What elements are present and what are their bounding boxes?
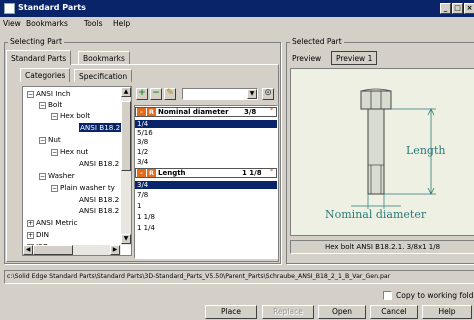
remove-filter-icon[interactable]: − <box>150 88 162 100</box>
tree-hscrollbar[interactable]: ◀ ▶ <box>23 245 121 255</box>
list-item[interactable]: 3/4 <box>135 181 277 189</box>
minimize-icon[interactable]: _ <box>440 3 451 14</box>
header-length[interactable]: - R Length 1 1/8 * <box>135 168 277 178</box>
header-label: Nominal diameter <box>158 108 229 116</box>
tree-node-hex-nut-ansi[interactable]: ANSI B18.2 <box>79 159 119 168</box>
replace-button[interactable]: Replace <box>262 305 314 319</box>
menu-bar: View Bookmarks Tools Help <box>0 17 474 31</box>
tree-node-bolt[interactable]: − Bolt <box>39 100 62 109</box>
tree-node-washer-ansi-2[interactable]: ANSI B18.2 <box>79 206 119 215</box>
collapse-icon[interactable]: − <box>27 90 34 98</box>
parameter-list: - R Nominal diameter 3/8 * 1/4 5/16 3/8 … <box>134 105 278 259</box>
edit-filter-icon[interactable]: ✎ <box>164 88 176 100</box>
list-item[interactable]: 3/8 <box>137 138 148 146</box>
list-item[interactable]: 1 <box>137 202 141 210</box>
category-tree: − ANSI Inch − Bolt − Hex bolt ANSI B18.2 − N… <box>22 86 132 256</box>
collapse-icon[interactable]: − <box>39 172 46 180</box>
tree-node-din[interactable]: + DIN <box>27 230 49 239</box>
list-item[interactable]: 5/16 <box>137 129 153 137</box>
place-button[interactable]: Place <box>205 305 257 319</box>
tree-node-nut[interactable]: − Nut <box>39 135 61 144</box>
menu-tools[interactable]: Tools <box>84 19 102 28</box>
reduce-button[interactable]: - <box>137 108 146 116</box>
list-item[interactable]: 7/8 <box>137 191 148 199</box>
list-item[interactable]: 1/4 <box>135 120 277 128</box>
add-filter-icon[interactable]: + <box>136 88 148 100</box>
expand-icon[interactable]: + <box>27 231 34 239</box>
tree-node-ansi-inch[interactable]: − ANSI Inch <box>27 89 70 98</box>
tab-standard-parts[interactable]: Standard Parts <box>6 50 72 65</box>
header-value: 1 1/8 <box>242 169 262 177</box>
tree-vscrollbar[interactable]: ▲ ▼ <box>121 87 131 245</box>
collapse-icon[interactable]: − <box>39 136 46 144</box>
menu-bookmarks[interactable]: Bookmarks <box>26 19 68 28</box>
tree-node-hex-bolt[interactable]: − Hex bolt <box>51 111 90 120</box>
header-label: Length <box>158 169 186 177</box>
settings-icon[interactable]: ⊙ <box>262 88 274 100</box>
preview-panel: Length Nominal diameter <box>290 68 474 236</box>
menu-help[interactable]: Help <box>113 19 130 28</box>
list-item[interactable]: 1 1/8 <box>137 213 155 221</box>
tree-node-hex-nut[interactable]: − Hex nut <box>51 147 88 156</box>
chevron-down-icon[interactable]: ▼ <box>247 89 257 99</box>
collapse-icon[interactable]: − <box>51 184 58 192</box>
scroll-thumb[interactable] <box>121 101 131 171</box>
scroll-left-icon[interactable]: ◀ <box>23 245 33 255</box>
copy-checkbox[interactable] <box>383 291 392 300</box>
scroll-up-icon[interactable]: ▲ <box>121 87 131 97</box>
tab-specification[interactable]: Specification <box>74 69 133 82</box>
selecting-part-title: Selecting Part <box>8 37 64 46</box>
selected-part-title: Selected Part <box>290 37 344 46</box>
scroll-down-icon[interactable]: ▼ <box>121 234 131 244</box>
param-toolbar: + − ✎ ▼ ⊙ <box>134 86 278 103</box>
window-title: Standard Parts <box>18 3 86 12</box>
hscroll-thumb[interactable] <box>33 245 73 255</box>
collapse-icon[interactable]: − <box>51 148 58 156</box>
maximize-icon[interactable]: □ <box>452 3 463 14</box>
preview-label: Preview <box>292 54 322 63</box>
help-button[interactable]: Help <box>422 305 472 319</box>
tab-preview-1[interactable]: Preview 1 <box>331 51 378 65</box>
scroll-right-icon[interactable]: ▶ <box>110 245 120 255</box>
reset-button[interactable]: R <box>147 108 156 116</box>
filter-combo[interactable]: ▼ <box>182 88 258 100</box>
tree-node-hex-bolt-ansi[interactable]: ANSI B18.2 <box>79 123 122 132</box>
tree-node-washer[interactable]: − Washer <box>39 171 75 180</box>
tree-node-washer-ansi-1[interactable]: ANSI B18.2 <box>79 195 119 204</box>
star-icon: * <box>270 107 274 114</box>
part-caption: Hex bolt ANSI B18.2.1. 3/8x1 1/8 <box>290 240 474 254</box>
open-button[interactable]: Open <box>318 305 366 319</box>
collapse-icon[interactable]: − <box>39 101 46 109</box>
expand-icon[interactable]: + <box>27 219 34 227</box>
collapse-icon[interactable]: − <box>51 112 58 120</box>
part-path-field[interactable]: c:\Solid Edge Standard Parts\Standard Pa… <box>4 270 474 284</box>
star-icon: * <box>270 168 274 175</box>
tab-bookmarks[interactable]: Bookmarks <box>78 51 130 65</box>
length-dimension-label: Length <box>406 144 446 157</box>
cancel-button[interactable]: Cancel <box>370 305 418 319</box>
tab-categories[interactable]: Categories <box>20 68 71 82</box>
title-bar: Standard Parts _ □ × <box>0 0 474 17</box>
menu-view[interactable]: View <box>3 19 21 28</box>
reset-button[interactable]: R <box>147 169 156 177</box>
tree-node-ansi-metric[interactable]: + ANSI Metric <box>27 218 78 227</box>
reduce-button[interactable]: - <box>137 169 146 177</box>
list-item[interactable]: 1 1/4 <box>137 224 155 232</box>
list-item[interactable]: 1/2 <box>137 148 148 156</box>
close-icon[interactable]: × <box>464 3 474 14</box>
header-nominal-diameter[interactable]: - R Nominal diameter 3/8 * <box>135 107 277 117</box>
copy-checkbox-label: Copy to working folder <box>396 291 474 300</box>
tree-node-plain-washer[interactable]: − Plain washer ty <box>51 183 115 192</box>
list-item[interactable]: 3/4 <box>137 158 148 166</box>
header-value: 3/8 <box>244 108 257 116</box>
app-icon <box>4 3 15 14</box>
diameter-dimension-label: Nominal diameter <box>325 208 427 221</box>
